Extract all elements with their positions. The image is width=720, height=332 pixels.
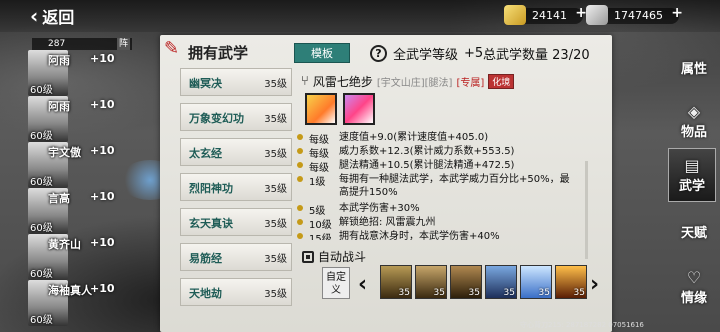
skill-icon[interactable] — [343, 93, 375, 125]
add-silver-button[interactable]: + — [671, 6, 683, 20]
skill-icon[interactable] — [305, 93, 337, 125]
gold-currency: 24141 + — [504, 5, 587, 25]
silver-icon — [586, 5, 608, 25]
side-nav: 属性 ◈ 物品 ▤ 武学 天赋 ♡ 情缘 — [668, 34, 718, 332]
martial-level-info: ? 全武学等级 +5 — [370, 44, 483, 63]
effects-scrollbar[interactable] — [585, 161, 588, 259]
checkbox-icon[interactable] — [302, 250, 314, 263]
total-count: 总武学数量 23/20 — [483, 48, 590, 63]
panel-title: 拥有武学 — [188, 44, 249, 62]
chevron-right-icon[interactable]: › — [590, 274, 604, 296]
silver-currency: 1747465 + — [586, 5, 683, 25]
martial-panel: ✎ 拥有武学 模板 ? 全武学等级 +5 总武学数量 23/20 幽冥决 35级… — [160, 35, 612, 332]
template-button[interactable]: 模板 — [294, 43, 350, 63]
nav-attribute[interactable]: 属性 — [670, 40, 718, 94]
chevron-left-icon: ‹ — [30, 4, 39, 28]
back-button[interactable]: ‹ 返回 — [30, 5, 74, 27]
roster-member[interactable]: 海袖真人 +10 60级 — [28, 280, 146, 326]
nav-bond[interactable]: ♡ 情缘 — [670, 260, 718, 314]
skill-item[interactable]: 万象变幻功 35级 — [180, 103, 292, 131]
skill-slot[interactable]: 35 — [555, 265, 587, 299]
nav-talent[interactable]: 天赋 — [670, 204, 718, 258]
bullet-icon — [297, 148, 303, 154]
skill-slot[interactable]: 35 — [450, 265, 482, 299]
scroll-icon: ✎ — [164, 38, 180, 59]
game-screen: ‹ 返回 24141 + 1747465 + 287 阵 阿雨 +10 60级 — [0, 0, 720, 332]
bullet-icon — [297, 205, 303, 211]
bullet-icon — [297, 219, 303, 225]
roster-member[interactable]: 阿雨 +10 60级 — [28, 50, 146, 96]
bullet-icon — [297, 233, 303, 239]
skill-mark-icon: ⑂ — [301, 74, 309, 89]
panel-header: ✎ 拥有武学 模板 ? 全武学等级 +5 总武学数量 23/20 — [160, 35, 612, 65]
skill-slots: 35 35 35 35 35 35 — [380, 265, 587, 299]
chevron-left-icon[interactable]: ‹ — [358, 274, 372, 296]
bullet-icon — [297, 162, 303, 168]
book-icon: ▤ — [684, 155, 700, 175]
skill-detail-title: ⑂ 风雷七绝步 [宇文山庄][腿法] [专属] 化境 — [301, 73, 515, 90]
skill-slot[interactable]: 35 — [380, 265, 412, 299]
bullet-icon — [297, 134, 303, 140]
footer-id: 守心背刀215: 287187282 07051616 — [520, 321, 644, 329]
skill-icons — [305, 93, 375, 125]
roster-member[interactable]: 黄齐山 +10 60级 — [28, 234, 146, 280]
bag-icon: ◈ — [687, 101, 701, 121]
nav-item[interactable]: ◈ 物品 — [670, 94, 718, 148]
nav-martial[interactable]: ▤ 武学 — [668, 148, 716, 202]
help-icon[interactable]: ? — [370, 45, 387, 62]
auto-battle-toggle[interactable]: 自动战斗 — [302, 248, 366, 265]
skill-item[interactable]: 幽冥决 35级 — [180, 68, 292, 96]
roster-member[interactable]: 言高 +10 60级 — [28, 188, 146, 234]
bullet-icon — [297, 176, 303, 182]
gold-ingot-icon — [504, 5, 526, 25]
skill-slot[interactable]: 35 — [485, 265, 517, 299]
skill-item[interactable]: 烈阳神功 35级 — [180, 173, 292, 201]
skill-item[interactable]: 天地劫 35级 — [180, 278, 292, 306]
silver-value: 1747465 — [614, 9, 663, 22]
skill-item[interactable]: 太玄经 35级 — [180, 138, 292, 166]
skill-list: 幽冥决 35级 万象变幻功 35级 太玄经 35级 烈阳神功 35级 玄天真诀 … — [180, 68, 292, 332]
back-label: 返回 — [42, 8, 75, 27]
roster-header: 287 阵 — [32, 38, 132, 50]
skill-slot[interactable]: 35 — [415, 265, 447, 299]
skill-item[interactable]: 易筋经 35级 — [180, 243, 292, 271]
gold-value: 24141 — [532, 9, 567, 22]
skill-slot[interactable]: 35 — [520, 265, 552, 299]
roster-member[interactable]: 阿雨 +10 60级 — [28, 96, 146, 142]
heart-icon: ♡ — [686, 267, 702, 287]
custom-button[interactable]: 自定义 — [322, 267, 350, 299]
skill-item[interactable]: 玄天真诀 35级 — [180, 208, 292, 236]
